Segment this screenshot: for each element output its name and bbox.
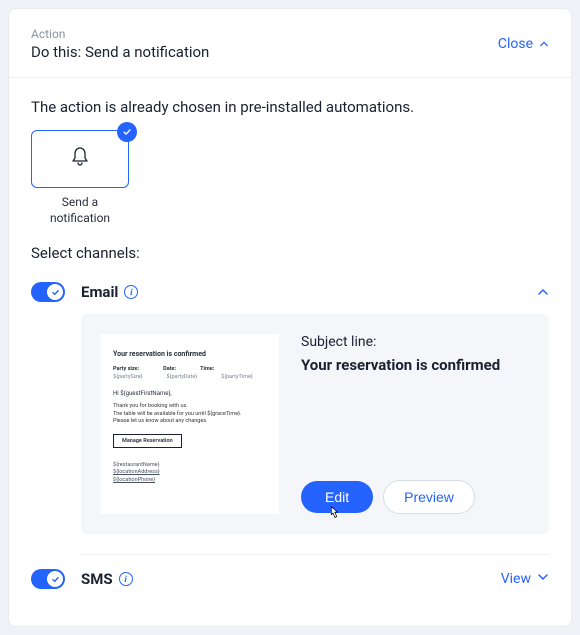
chevron-down-icon bbox=[537, 571, 549, 587]
card-header: Action Do this: Send a notification Clos… bbox=[9, 9, 571, 78]
subject-line-value: Your reservation is confirmed bbox=[301, 356, 529, 374]
preview-greeting: Hi ${guestFirstName}, bbox=[113, 390, 267, 397]
email-actions: Edit Preview bbox=[301, 480, 529, 514]
info-icon[interactable]: i bbox=[124, 285, 138, 299]
email-label-group: Email i bbox=[81, 283, 138, 301]
eyebrow-label: Action bbox=[31, 27, 209, 41]
email-preview-thumbnail: Your reservation is confirmed Party size… bbox=[101, 334, 279, 514]
selected-check-icon bbox=[117, 122, 137, 142]
preview-meta-labels: Party size: Date: Time: bbox=[113, 366, 267, 372]
subject-line-label: Subject line: bbox=[301, 334, 529, 350]
email-details: Subject line: Your reservation is confir… bbox=[301, 334, 529, 514]
toggle-knob bbox=[47, 571, 63, 587]
header-text: Action Do this: Send a notification bbox=[31, 27, 209, 61]
select-channels-label: Select channels: bbox=[31, 244, 549, 262]
preview-body: Thank you for booking with us. The table… bbox=[113, 403, 267, 425]
edit-button[interactable]: Edit bbox=[301, 481, 373, 513]
email-panel: Your reservation is confirmed Party size… bbox=[81, 314, 549, 534]
expand-sms-button[interactable]: View bbox=[501, 571, 549, 587]
preview-footer: ${restaurantName} ${locationAddress} ${l… bbox=[113, 462, 267, 485]
preview-meta-values: ${partySize} ${partyDate} ${partyTime} bbox=[113, 374, 267, 380]
sms-toggle[interactable] bbox=[31, 569, 65, 589]
action-card: Action Do this: Send a notification Clos… bbox=[8, 8, 572, 627]
intro-text: The action is already chosen in pre-inst… bbox=[31, 98, 549, 116]
email-channel-header: Email i bbox=[31, 278, 549, 314]
sms-label-group: SMS i bbox=[81, 570, 133, 588]
toggle-knob bbox=[47, 284, 63, 300]
preview-button[interactable]: Preview bbox=[383, 480, 475, 514]
preview-title: Your reservation is confirmed bbox=[113, 350, 267, 358]
close-label: Close bbox=[498, 36, 533, 52]
sms-channel-name: SMS bbox=[81, 570, 113, 588]
sms-channel-left: SMS i bbox=[31, 569, 133, 589]
action-title: Do this: Send a notification bbox=[31, 43, 209, 61]
chevron-up-icon bbox=[539, 39, 549, 49]
email-channel-name: Email bbox=[81, 283, 118, 301]
info-icon[interactable]: i bbox=[119, 572, 133, 586]
card-body: The action is already chosen in pre-inst… bbox=[9, 78, 571, 605]
bell-icon bbox=[68, 145, 92, 173]
close-button[interactable]: Close bbox=[498, 36, 549, 52]
email-toggle[interactable] bbox=[31, 282, 65, 302]
preview-manage-button: Manage Reservation bbox=[113, 434, 182, 448]
channel-divider bbox=[81, 554, 549, 555]
email-channel-left: Email i bbox=[31, 282, 138, 302]
collapse-email-button[interactable] bbox=[537, 286, 549, 298]
action-tile-caption: Send a notification bbox=[31, 194, 129, 226]
action-tile[interactable] bbox=[31, 130, 129, 188]
action-tile-wrap bbox=[31, 130, 129, 188]
sms-channel-header: SMS i View bbox=[31, 569, 549, 605]
view-label: View bbox=[501, 571, 531, 587]
